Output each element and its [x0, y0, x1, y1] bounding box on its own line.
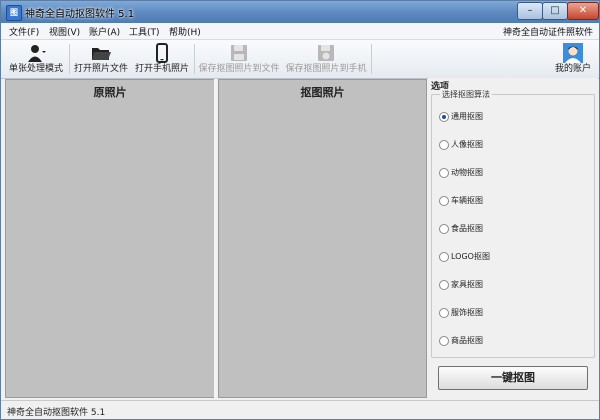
radio-icon: [439, 336, 449, 346]
open-file-button[interactable]: 打开照片文件: [71, 42, 131, 76]
panel-splitter[interactable]: [214, 79, 217, 398]
save-to-file-button[interactable]: 保存抠图照片到文件: [196, 42, 282, 76]
toolbar: 单张处理模式 打开照片文件 打开手机照片 保存抠图照片到文件 保存抠图照片到手机…: [1, 40, 599, 79]
cutout-photo-title: 抠图照片: [300, 86, 345, 99]
menu-file[interactable]: 文件(F): [9, 25, 39, 38]
radio-icon: [439, 168, 449, 178]
app-window: 图 神奇全自动抠图软件 5.1 – □ ✕ 文件(F) 视图(V) 账户(A) …: [0, 0, 600, 420]
radio-label: 家具抠图: [451, 280, 483, 289]
radio-vehicle[interactable]: 车辆抠图: [439, 195, 599, 207]
radio-icon: [439, 280, 449, 290]
radio-label: 食品抠图: [451, 224, 483, 233]
open-phone-button[interactable]: 打开手机照片: [132, 42, 192, 76]
original-photo-panel[interactable]: 原照片: [5, 79, 215, 398]
radio-label: 动物抠图: [451, 168, 483, 177]
toolbar-separator: [194, 44, 195, 74]
algorithm-group: 选择抠图算法 通用抠图 人像抠图 动物抠图 车辆抠图 食品抠图 LOGO抠图 家…: [431, 89, 595, 358]
status-bar: 神奇全自动抠图软件 5.1: [1, 400, 599, 419]
radio-label: 车辆抠图: [451, 196, 483, 205]
minimize-button[interactable]: –: [517, 2, 543, 20]
original-photo-title: 原照片: [93, 86, 127, 99]
radio-icon: [439, 140, 449, 150]
menu-view[interactable]: 视图(V): [49, 25, 80, 38]
save-to-phone-button[interactable]: 保存抠图照片到手机: [283, 42, 369, 76]
radio-label: 人像抠图: [451, 140, 483, 149]
maximize-button[interactable]: □: [542, 2, 568, 20]
radio-furniture[interactable]: 家具抠图: [439, 279, 599, 291]
folder-icon: [92, 48, 111, 60]
menu-bar: 文件(F) 视图(V) 账户(A) 工具(T) 帮助(H) 神奇全自动证件照软件: [1, 23, 599, 40]
close-button[interactable]: ✕: [567, 2, 599, 20]
save-to-file-label: 保存抠图照片到文件: [198, 64, 280, 74]
radio-general[interactable]: 通用抠图: [439, 111, 599, 123]
app-icon: 图: [6, 5, 22, 21]
radio-icon: [439, 308, 449, 318]
one-click-cutout-button[interactable]: 一键抠图: [438, 366, 588, 390]
phone-icon: [156, 43, 168, 63]
options-panel: 选项 选择抠图算法 通用抠图 人像抠图 动物抠图 车辆抠图 食品抠图 LOGO抠…: [428, 78, 598, 398]
status-text: 神奇全自动抠图软件 5.1: [7, 408, 106, 418]
toolbar-separator: [371, 44, 372, 74]
radio-label: 通用抠图: [451, 112, 483, 121]
my-account-label: 我的账户: [554, 64, 591, 74]
radio-icon: [439, 252, 449, 262]
radio-portrait[interactable]: 人像抠图: [439, 139, 599, 151]
radio-icon: [439, 196, 449, 206]
menu-tools[interactable]: 工具(T): [129, 25, 160, 38]
cutout-photo-panel[interactable]: 抠图照片: [218, 79, 427, 398]
avatar-icon: [563, 43, 583, 63]
radio-clothing[interactable]: 服饰抠图: [439, 307, 599, 319]
radio-label: LOGO抠图: [451, 252, 490, 261]
save-icon: [231, 45, 247, 61]
menu-account[interactable]: 账户(A): [89, 25, 120, 38]
id-photo-software-link[interactable]: 神奇全自动证件照软件: [503, 25, 593, 38]
single-mode-label: 单张处理模式: [8, 64, 63, 74]
toolbar-separator: [69, 44, 70, 74]
save-to-phone-label: 保存抠图照片到手机: [285, 64, 367, 74]
title-bar[interactable]: 图 神奇全自动抠图软件 5.1 – □ ✕: [1, 1, 599, 23]
window-title: 神奇全自动抠图软件 5.1: [25, 9, 135, 20]
radio-product[interactable]: 商品抠图: [439, 335, 599, 347]
algorithm-group-label: 选择抠图算法: [440, 89, 492, 100]
radio-label: 服饰抠图: [451, 308, 483, 317]
radio-food[interactable]: 食品抠图: [439, 223, 599, 235]
menu-help[interactable]: 帮助(H): [169, 25, 201, 38]
person-icon: [28, 45, 46, 62]
radio-label: 商品抠图: [451, 336, 483, 345]
radio-logo[interactable]: LOGO抠图: [439, 251, 599, 263]
radio-selected-icon: [439, 112, 449, 122]
radio-animal[interactable]: 动物抠图: [439, 167, 599, 179]
radio-icon: [439, 224, 449, 234]
single-mode-button[interactable]: 单张处理模式: [5, 42, 67, 76]
save-phone-icon: [318, 45, 334, 61]
open-phone-label: 打开手机照片: [134, 64, 189, 74]
my-account-button[interactable]: 我的账户: [551, 42, 595, 76]
open-file-label: 打开照片文件: [73, 64, 128, 74]
